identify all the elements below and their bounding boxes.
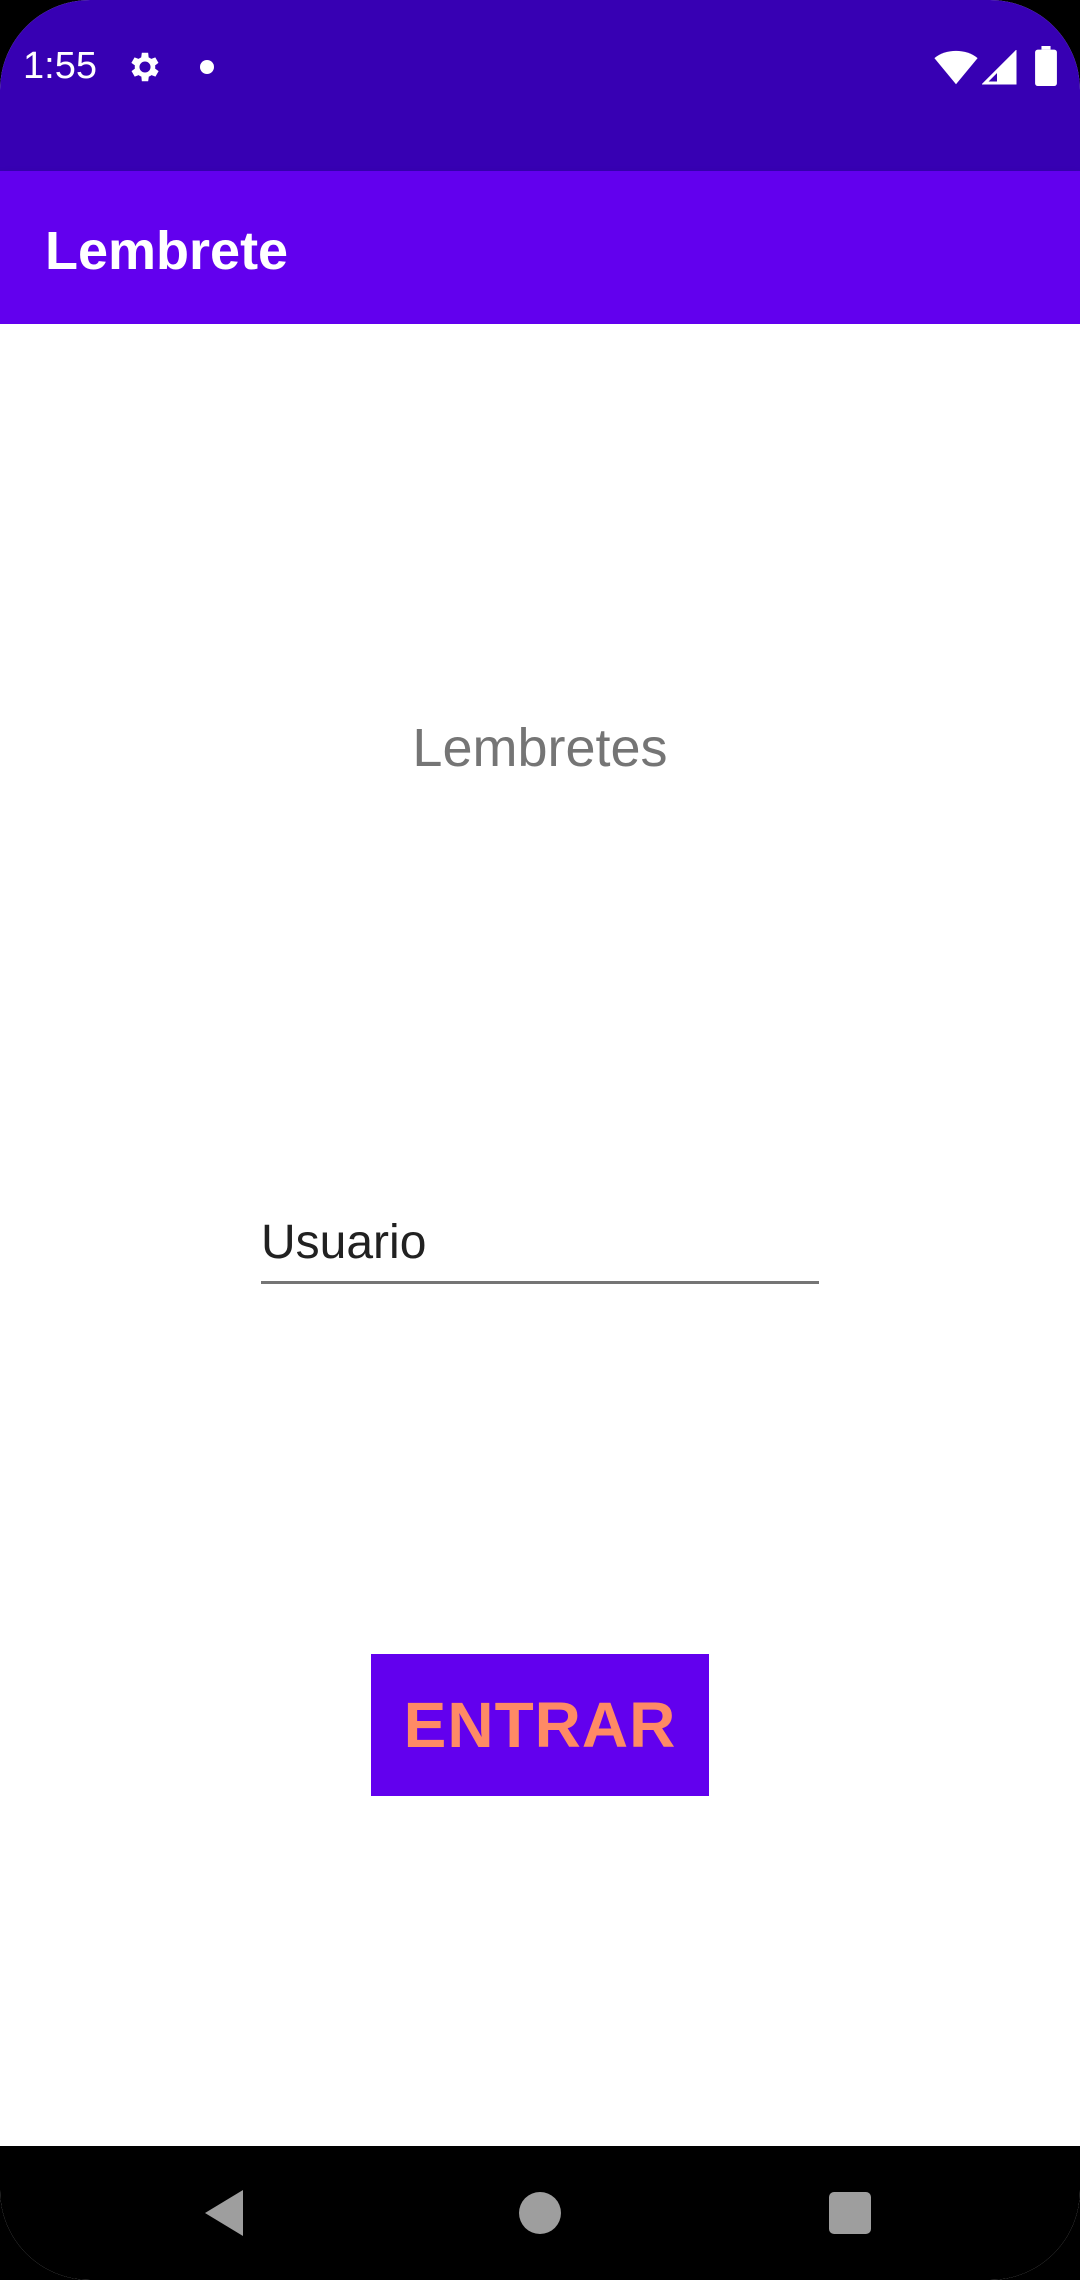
status-time: 1:55 — [23, 45, 97, 87]
login-content: Lembretes ENTRAR — [0, 324, 1080, 2146]
screen-heading: Lembretes — [412, 718, 668, 778]
signal-icon — [982, 50, 1017, 85]
enter-button[interactable]: ENTRAR — [371, 1654, 709, 1796]
gear-icon — [131, 52, 159, 82]
notification-dot-icon — [200, 60, 214, 74]
home-icon[interactable] — [519, 2192, 561, 2234]
back-icon[interactable] — [203, 2188, 245, 2238]
app-title: Lembrete — [45, 221, 289, 281]
app-bar: Lembrete — [0, 171, 1080, 324]
wifi-icon — [934, 50, 978, 85]
status-bar: 1:55 — [0, 0, 1080, 171]
navigation-bar — [0, 2146, 1080, 2280]
phone-screen: 1:55 Lembrete Lembretes ENTRAR — [0, 0, 1080, 2280]
username-input[interactable] — [261, 1204, 819, 1284]
recents-icon[interactable] — [829, 2192, 871, 2234]
battery-icon — [1035, 46, 1057, 86]
